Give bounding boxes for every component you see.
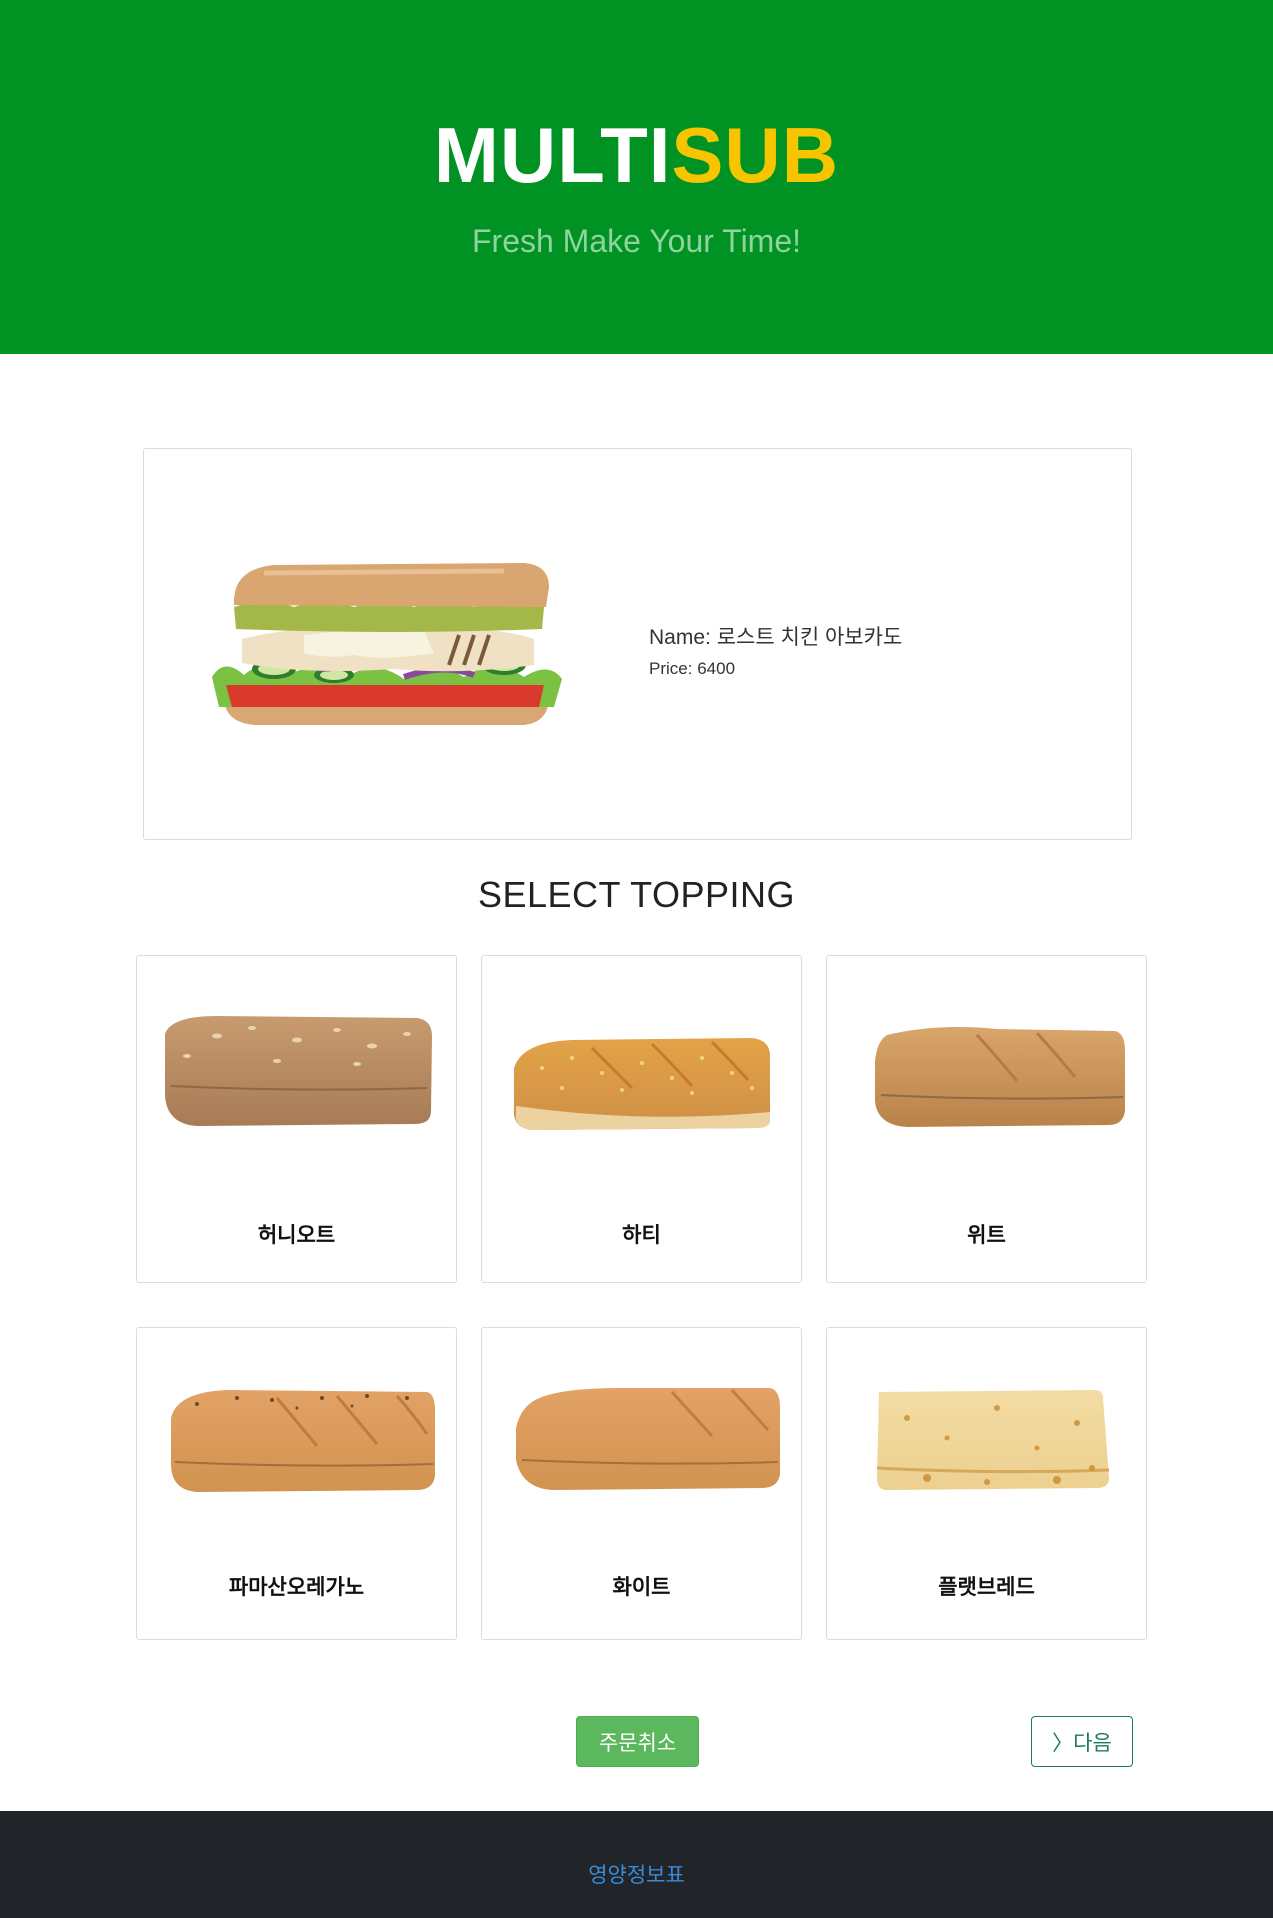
white-bread-icon <box>516 1388 780 1490</box>
topping-card-white[interactable]: 화이트 <box>481 1327 802 1640</box>
site-footer: 영양정보표 <box>0 1811 1273 1918</box>
topping-label: 허니오트 <box>257 1224 336 1247</box>
wheat-bread-icon <box>875 1027 1125 1127</box>
topping-label: 하티 <box>622 1224 661 1247</box>
topping-card-honey-oat[interactable]: 허니오트 <box>136 955 457 1283</box>
product-name-label: Name: <box>649 626 711 649</box>
topping-card-wheat[interactable]: 위트 <box>826 955 1147 1283</box>
nutrition-info-link[interactable]: 영양정보표 <box>0 1859 1273 1889</box>
product-name-value: 로스트 치킨 아보카도 <box>716 626 903 649</box>
product-name: Name: 로스트 치킨 아보카도 <box>649 621 902 651</box>
sandwich-image <box>212 563 562 725</box>
product-price-value: 6400 <box>697 659 736 678</box>
next-button[interactable]: 〉다음 <box>1031 1716 1133 1767</box>
selected-product-card: Name: 로스트 치킨 아보카도 Price: 6400 <box>143 448 1132 840</box>
section-title: SELECT TOPPING <box>477 874 796 915</box>
topping-card-hearty[interactable]: 하티 <box>481 955 802 1283</box>
parmesan-oregano-bread-icon <box>171 1390 435 1492</box>
topping-card-parmesan-oregano[interactable]: 파마산오레가노 <box>136 1327 457 1640</box>
site-logo[interactable]: MULTISUB <box>0 110 1273 200</box>
hearty-bread-icon <box>513 1038 770 1130</box>
topping-label: 화이트 <box>612 1576 671 1599</box>
honey-oat-bread-icon <box>165 1016 432 1126</box>
topping-card-flatbread[interactable]: 플랫브레드 <box>826 1327 1147 1640</box>
flatbread-icon <box>876 1390 1110 1490</box>
topping-label: 위트 <box>967 1224 1006 1247</box>
logo-part-multi: MULTI <box>433 111 672 199</box>
logo-part-sub: SUB <box>671 111 840 199</box>
product-price-label: Price: <box>649 659 693 678</box>
site-header: MULTISUB Fresh Make Your Time! <box>0 0 1273 354</box>
cancel-order-button[interactable]: 주문취소 <box>576 1716 699 1767</box>
site-tagline: Fresh Make Your Time! <box>471 223 802 259</box>
topping-label: 파마산오레가노 <box>228 1576 365 1599</box>
topping-label: 플랫브레드 <box>938 1576 1035 1599</box>
product-price: Price: 6400 <box>649 659 735 679</box>
